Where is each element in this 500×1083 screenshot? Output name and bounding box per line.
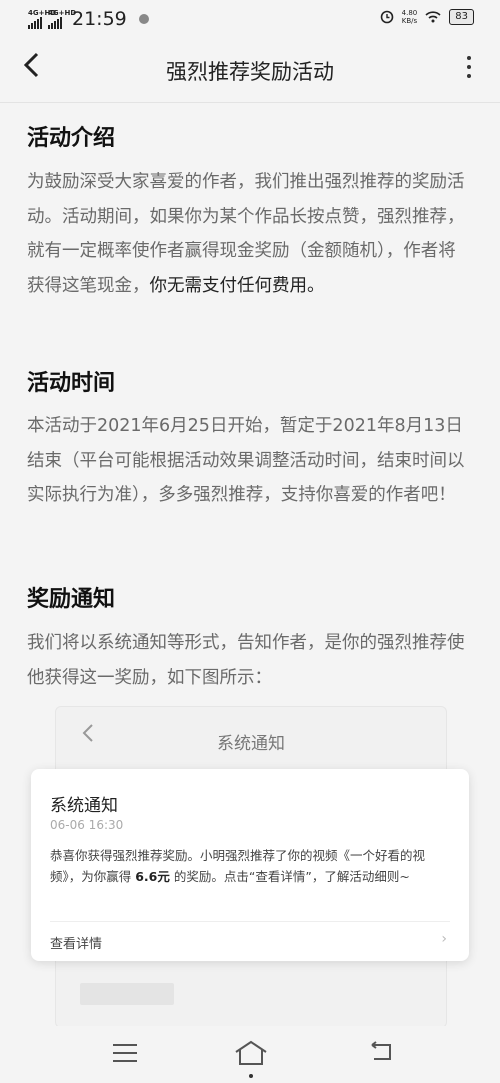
status-bar: 4G+HD 4G+HD 21:59 4.80 KB/s 83 bbox=[0, 0, 500, 38]
card-title: 系统通知 bbox=[50, 796, 118, 816]
battery-indicator: 83 bbox=[449, 9, 474, 25]
home-indicator-dot bbox=[249, 1074, 253, 1078]
signal-icon: 4G+HD bbox=[28, 9, 56, 29]
section-body-emphasis: 你无需支付任何费用。 bbox=[149, 275, 325, 296]
card-date: 06-06 16:30 bbox=[50, 818, 124, 832]
section-heading: 活动时间 bbox=[27, 371, 116, 396]
network-type-label: 4G+HD bbox=[48, 9, 77, 17]
wifi-icon bbox=[425, 11, 441, 23]
network-speed: 4.80 KB/s bbox=[402, 9, 418, 25]
card-body-text: 的奖励。点击“查看详情”，了解活动细则~ bbox=[169, 869, 410, 884]
network-speed-value: 4.80 bbox=[401, 9, 418, 17]
page-title: 强烈推荐奖励活动 bbox=[166, 60, 334, 84]
reward-amount: 6.6元 bbox=[135, 869, 170, 884]
menu-icon[interactable] bbox=[113, 1044, 137, 1068]
section-body: 我们将以系统通知等形式，告知作者，是你的强烈推荐使他获得这一奖励，如下图所示： bbox=[27, 633, 465, 688]
notification-card: 系统通知 06-06 16:30 恭喜你获得强烈推荐奖励。小明强烈推荐了你的视频… bbox=[31, 769, 469, 961]
notification-icon bbox=[138, 14, 149, 24]
preview-title: 系统通知 bbox=[217, 734, 285, 754]
chevron-right-icon: › bbox=[441, 931, 447, 947]
placeholder-bar bbox=[80, 983, 174, 1005]
card-body: 恭喜你获得强烈推荐奖励。小明强烈推荐了你的视频《一个好看的视频》，为你赢得 6.… bbox=[50, 845, 455, 887]
home-icon[interactable] bbox=[234, 1040, 268, 1066]
alarm-icon bbox=[380, 10, 393, 24]
back-icon[interactable] bbox=[368, 1041, 394, 1063]
section-heading: 活动介绍 bbox=[27, 126, 116, 151]
divider bbox=[50, 921, 450, 922]
system-nav-bar bbox=[0, 1026, 500, 1083]
app-bar: 强烈推荐奖励活动 bbox=[0, 38, 500, 103]
signal-icon: 4G+HD bbox=[48, 9, 76, 29]
more-vertical-icon[interactable] bbox=[467, 56, 472, 78]
section-body: 本活动于2021年6月25日开始，暂定于2021年8月13日结束（平台可能根据活… bbox=[27, 416, 465, 505]
network-speed-unit: KB/s bbox=[401, 17, 418, 25]
section-heading: 奖励通知 bbox=[27, 587, 116, 612]
section-body: 为鼓励深受大家喜爱的作者，我们推出强烈推荐的奖励活动。活动期间，如果你为某个作品… bbox=[27, 165, 473, 303]
status-time: 21:59 bbox=[72, 8, 127, 30]
view-details-link: 查看详情 bbox=[50, 937, 103, 952]
